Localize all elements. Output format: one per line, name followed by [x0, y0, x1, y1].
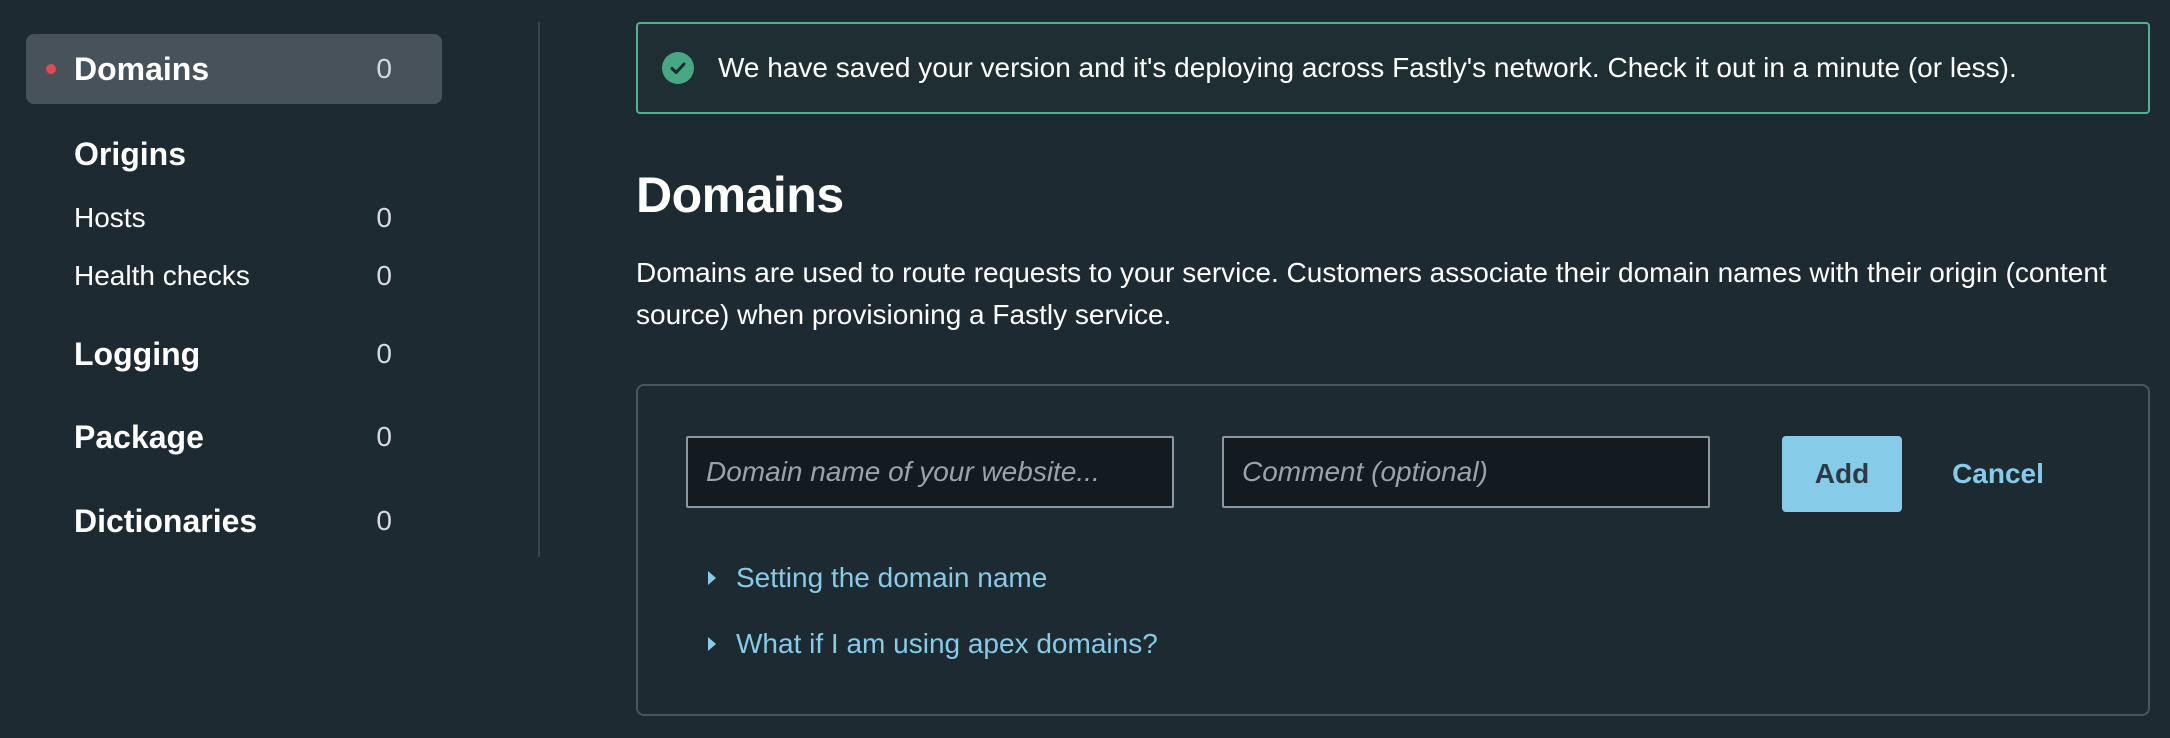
page-description: Domains are used to route requests to yo…	[636, 257, 2107, 330]
sidebar-item-count: 0	[376, 53, 392, 84]
sidebar-item-domains[interactable]: Domains 0	[26, 34, 442, 104]
domain-name-input[interactable]	[686, 436, 1174, 508]
help-link-label: What if I am using apex domains?	[736, 628, 1158, 659]
add-domain-form: Add Cancel Setting the domain name What …	[636, 384, 2150, 716]
sidebar-item-logging[interactable]: Logging 0	[26, 332, 442, 376]
sidebar-item-hosts[interactable]: Hosts 0	[26, 198, 442, 238]
cancel-button[interactable]: Cancel	[1938, 436, 2058, 512]
caret-right-icon	[708, 571, 716, 585]
sidebar-item-label: Health checks	[74, 260, 250, 291]
comment-input[interactable]	[1222, 436, 1710, 508]
alert-message: We have saved your version and it's depl…	[718, 52, 2017, 83]
page: Domains 0 Origins Hosts 0 Health checks …	[0, 0, 2170, 738]
sidebar-item-label: Origins	[74, 135, 187, 172]
sidebar-item-count: 0	[376, 338, 392, 369]
sidebar-item-label: Package	[74, 418, 204, 455]
help-link-setting-domain-name[interactable]: Setting the domain name	[708, 562, 1047, 594]
help-link-apex-domains[interactable]: What if I am using apex domains?	[708, 628, 1158, 660]
add-button[interactable]: Add	[1782, 436, 1902, 512]
caret-right-icon	[708, 637, 716, 651]
sidebar-item-origins[interactable]: Origins	[26, 132, 442, 176]
sidebar-item-label: Logging	[74, 335, 201, 372]
sidebar-item-health-checks[interactable]: Health checks 0	[26, 256, 442, 296]
sidebar-item-count: 0	[376, 421, 392, 452]
active-indicator-dot	[46, 64, 56, 74]
sidebar-item-package[interactable]: Package 0	[26, 415, 442, 459]
sidebar-divider	[538, 22, 540, 557]
sidebar-item-count: 0	[376, 505, 392, 536]
sidebar-item-count: 0	[376, 202, 392, 233]
success-alert: We have saved your version and it's depl…	[636, 22, 2150, 114]
help-link-label: Setting the domain name	[736, 562, 1048, 593]
check-circle-icon	[662, 52, 694, 84]
page-title: Domains	[636, 167, 844, 223]
sidebar-item-dictionaries[interactable]: Dictionaries 0	[26, 499, 442, 543]
sidebar-item-label: Dictionaries	[74, 502, 258, 539]
sidebar-item-label: Hosts	[74, 202, 146, 233]
sidebar: Domains 0 Origins Hosts 0 Health checks …	[0, 0, 540, 738]
sidebar-item-count: 0	[376, 260, 392, 291]
sidebar-item-label: Domains	[74, 50, 210, 87]
